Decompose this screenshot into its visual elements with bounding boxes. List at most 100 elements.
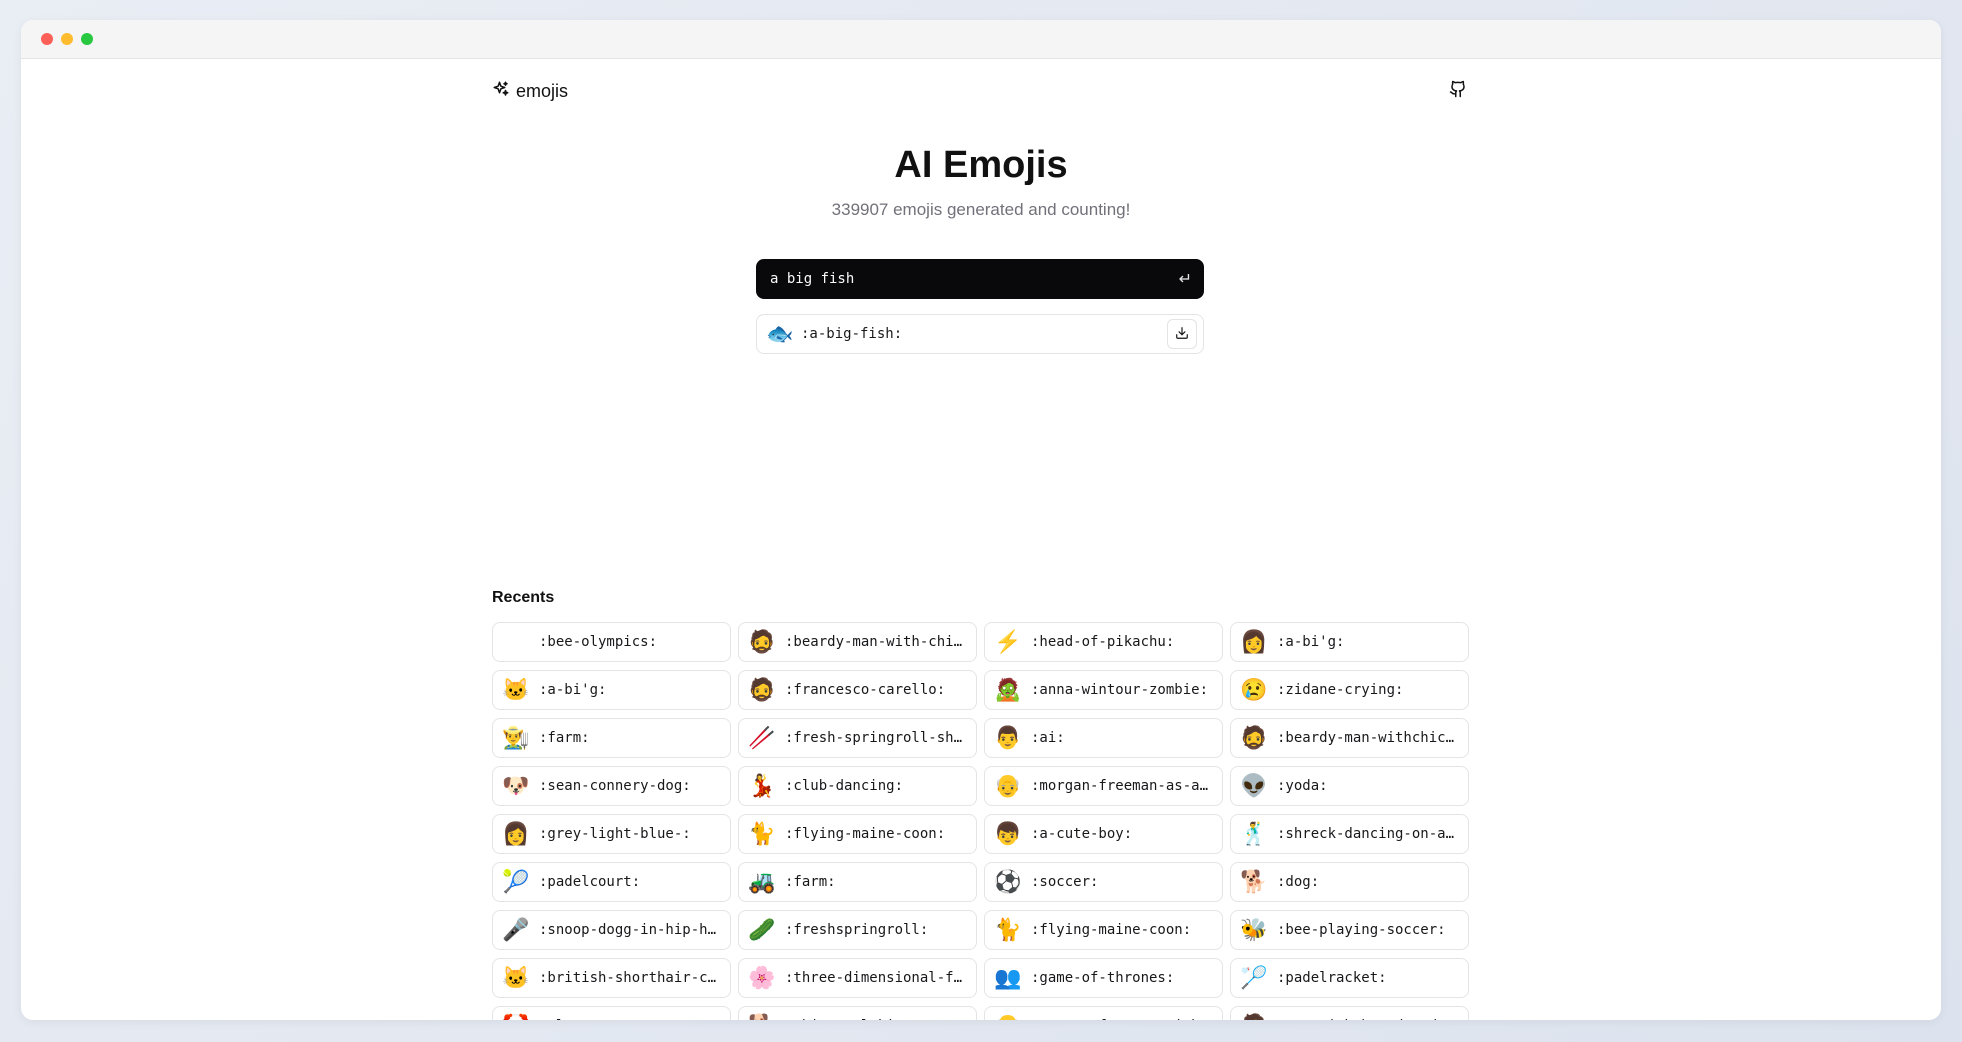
recent-emoji-card[interactable]: 👥 :game-of-thrones: <box>984 958 1223 998</box>
emoji-label: :bee-olympics: <box>539 634 658 650</box>
emoji-image: 🐈 <box>748 821 776 846</box>
recent-emoji-card[interactable]: 🧟 :anna-wintour-zombie: <box>984 670 1223 710</box>
recent-emoji-card[interactable]: 💃:club-dancing: <box>738 766 977 806</box>
recent-emoji-card[interactable]: 🧔 :beardy-man-withchick… <box>1230 718 1469 758</box>
recent-emoji-card[interactable]: 🐱 :a-bi'g: <box>492 670 731 710</box>
emoji-label: :shreck-dancing-on-a-… <box>1277 826 1460 842</box>
emoji-image: 👨 <box>994 725 1022 750</box>
emoji-label: :beardy-man-withchick… <box>1277 730 1460 746</box>
recent-emoji-card[interactable]: 🐕:white-saluki: <box>738 1006 977 1020</box>
enter-icon[interactable]: ↵ <box>1179 269 1192 289</box>
recent-emoji-card[interactable]: 🚜:farm: <box>738 862 977 902</box>
emoji-label: :game-of-thrones: <box>1031 970 1175 986</box>
emoji-image: 🐱 <box>502 677 530 702</box>
emoji-label: :a-bi'g: <box>539 682 607 698</box>
recent-emoji-card[interactable]: 👨 :ai: <box>984 718 1223 758</box>
emoji-label: :three-dimensional-fl… <box>785 970 968 986</box>
result-label: :a-big-fish: <box>801 326 903 342</box>
recent-emoji-card[interactable]: 🎾:padelcourt: <box>492 862 731 902</box>
close-window-button[interactable] <box>41 33 53 45</box>
emoji-image: 👴 <box>994 773 1022 798</box>
recent-emoji-card[interactable]: 🐈 :flying-maine-coon: <box>738 814 977 854</box>
recent-emoji-card[interactable]: 🐕:dog: <box>1230 862 1469 902</box>
recent-emoji-card[interactable]: 🌸 :three-dimensional-fl… <box>738 958 977 998</box>
github-link[interactable] <box>1447 80 1469 102</box>
emoji-image: 🌸 <box>748 965 776 990</box>
recent-emoji-card[interactable]: 🏸:padelracket: <box>1230 958 1469 998</box>
emoji-label: :a-cute-boy: <box>1031 826 1133 842</box>
emoji-image: 🥢 <box>748 725 776 750</box>
download-button[interactable] <box>1167 319 1197 349</box>
recent-emoji-card[interactable]: ⚡ :head-of-pikachu: <box>984 622 1223 662</box>
emoji-image: 🧔 <box>1240 725 1268 750</box>
emoji-image: 👽 <box>1240 773 1268 798</box>
emoji-image: ⚡ <box>994 629 1022 654</box>
emoji-image: 👩 <box>1240 629 1268 654</box>
recent-emoji-card[interactable]: 🧔 :francesco-carello: <box>738 670 977 710</box>
emoji-image: 🧟 <box>994 677 1022 702</box>
recent-emoji-card[interactable]: 👩:grey-light-blue-: <box>492 814 731 854</box>
emoji-label: :zidane-crying: <box>1277 682 1404 698</box>
emoji-label: :soccer: <box>1031 874 1099 890</box>
recent-emoji-card[interactable]: :bee-olympics: <box>492 622 731 662</box>
emoji-image: 🧔 <box>748 677 776 702</box>
github-icon <box>1449 80 1467 103</box>
emoji-image: 🕺 <box>1240 821 1268 846</box>
emoji-label: :padelracket: <box>1277 970 1387 986</box>
emoji-label: :flying-maine-coon: <box>1031 922 1192 938</box>
recent-emoji-card[interactable]: 👽 :yoda: <box>1230 766 1469 806</box>
emoji-image: 👨‍🌾 <box>502 725 530 750</box>
recent-emoji-card[interactable]: 🤡 :clown: <box>492 1006 731 1020</box>
emoji-image: 😢 <box>1240 677 1268 702</box>
minimize-window-button[interactable] <box>61 33 73 45</box>
recent-emoji-card[interactable]: 👩:a-bi'g: <box>1230 622 1469 662</box>
recent-emoji-card[interactable]: 🐝:bee-playing-soccer: <box>1230 910 1469 950</box>
recent-emoji-card[interactable]: 🕺 :shreck-dancing-on-a-… <box>1230 814 1469 854</box>
emoji-label: :francesco-carello: <box>785 682 946 698</box>
browser-window: emojis AI Emojis 339907 emojis generated… <box>21 20 1941 1020</box>
emoji-image: 🎤 <box>502 917 530 942</box>
prompt-input[interactable] <box>768 270 1179 288</box>
emoji-label: :man-with-beard-and-a… <box>1277 1018 1460 1020</box>
brand-logo-link[interactable]: emojis <box>492 80 568 103</box>
emoji-label: :fresh-springroll-shr… <box>785 730 968 746</box>
recents-grid: :bee-olympics: 🧔:beardy-man-with-chic… ⚡ :h… <box>492 622 1469 1020</box>
emoji-label: :snoop-dogg-in-hip-ho… <box>539 922 722 938</box>
emoji-label: :anna-wintour-zombie: <box>1031 682 1209 698</box>
emoji-image: ⚽ <box>994 869 1022 894</box>
emoji-label: :padelcourt: <box>539 874 641 890</box>
emoji-label: :yoda: <box>1277 778 1328 794</box>
recent-emoji-card[interactable]: 🧔:beardy-man-with-chic… <box>738 622 977 662</box>
maximize-window-button[interactable] <box>81 33 93 45</box>
recent-emoji-card[interactable]: 🐱:british-shorthair-ca… <box>492 958 731 998</box>
emoji-image: 👥 <box>994 965 1022 990</box>
page-content: emojis AI Emojis 339907 emojis generated… <box>21 59 1941 1020</box>
emoji-label: :british-shorthair-ca… <box>539 970 722 986</box>
emoji-image: 🚜 <box>748 869 776 894</box>
recent-emoji-card[interactable]: 🥢 :fresh-springroll-shr… <box>738 718 977 758</box>
recent-emoji-card[interactable]: 👴:morgan-freeman-as-an… <box>984 766 1223 806</box>
recent-emoji-card[interactable]: 🧔 :man-with-beard-and-a… <box>1230 1006 1469 1020</box>
recent-emoji-card[interactable]: 👨‍🌾:farm: <box>492 718 731 758</box>
emoji-label: :ai: <box>1031 730 1065 746</box>
recent-emoji-card[interactable]: 😢 :zidane-crying: <box>1230 670 1469 710</box>
recent-emoji-card[interactable]: 🐈:flying-maine-coon: <box>984 910 1223 950</box>
emoji-image: 🤡 <box>501 1015 531 1021</box>
emoji-image: 🧔 <box>1239 1015 1269 1021</box>
site-header: emojis <box>492 76 1469 106</box>
download-icon <box>1175 326 1189 343</box>
recent-emoji-card[interactable]: 👦 :a-cute-boy: <box>984 814 1223 854</box>
recent-emoji-card[interactable]: ⚽ :soccer: <box>984 862 1223 902</box>
emoji-image: 🐶 <box>502 773 530 798</box>
recent-emoji-card[interactable]: 🎤 :snoop-dogg-in-hip-ho… <box>492 910 731 950</box>
recent-emoji-card[interactable]: 🥒:freshspringroll: <box>738 910 977 950</box>
emoji-label: :freshspringroll: <box>785 922 929 938</box>
emoji-image: 👦 <box>994 821 1022 846</box>
emoji-label: :flying-maine-coon: <box>785 826 946 842</box>
recent-emoji-card[interactable]: 👴:morgan-freeman-with-… <box>984 1006 1223 1020</box>
emoji-label: :dog: <box>1277 874 1320 890</box>
emoji-label: :clown: <box>539 1018 598 1020</box>
recent-emoji-card[interactable]: 🐶 :sean-connery-dog: <box>492 766 731 806</box>
emoji-label: :head-of-pikachu: <box>1031 634 1175 650</box>
emoji-label: :sean-connery-dog: <box>539 778 691 794</box>
